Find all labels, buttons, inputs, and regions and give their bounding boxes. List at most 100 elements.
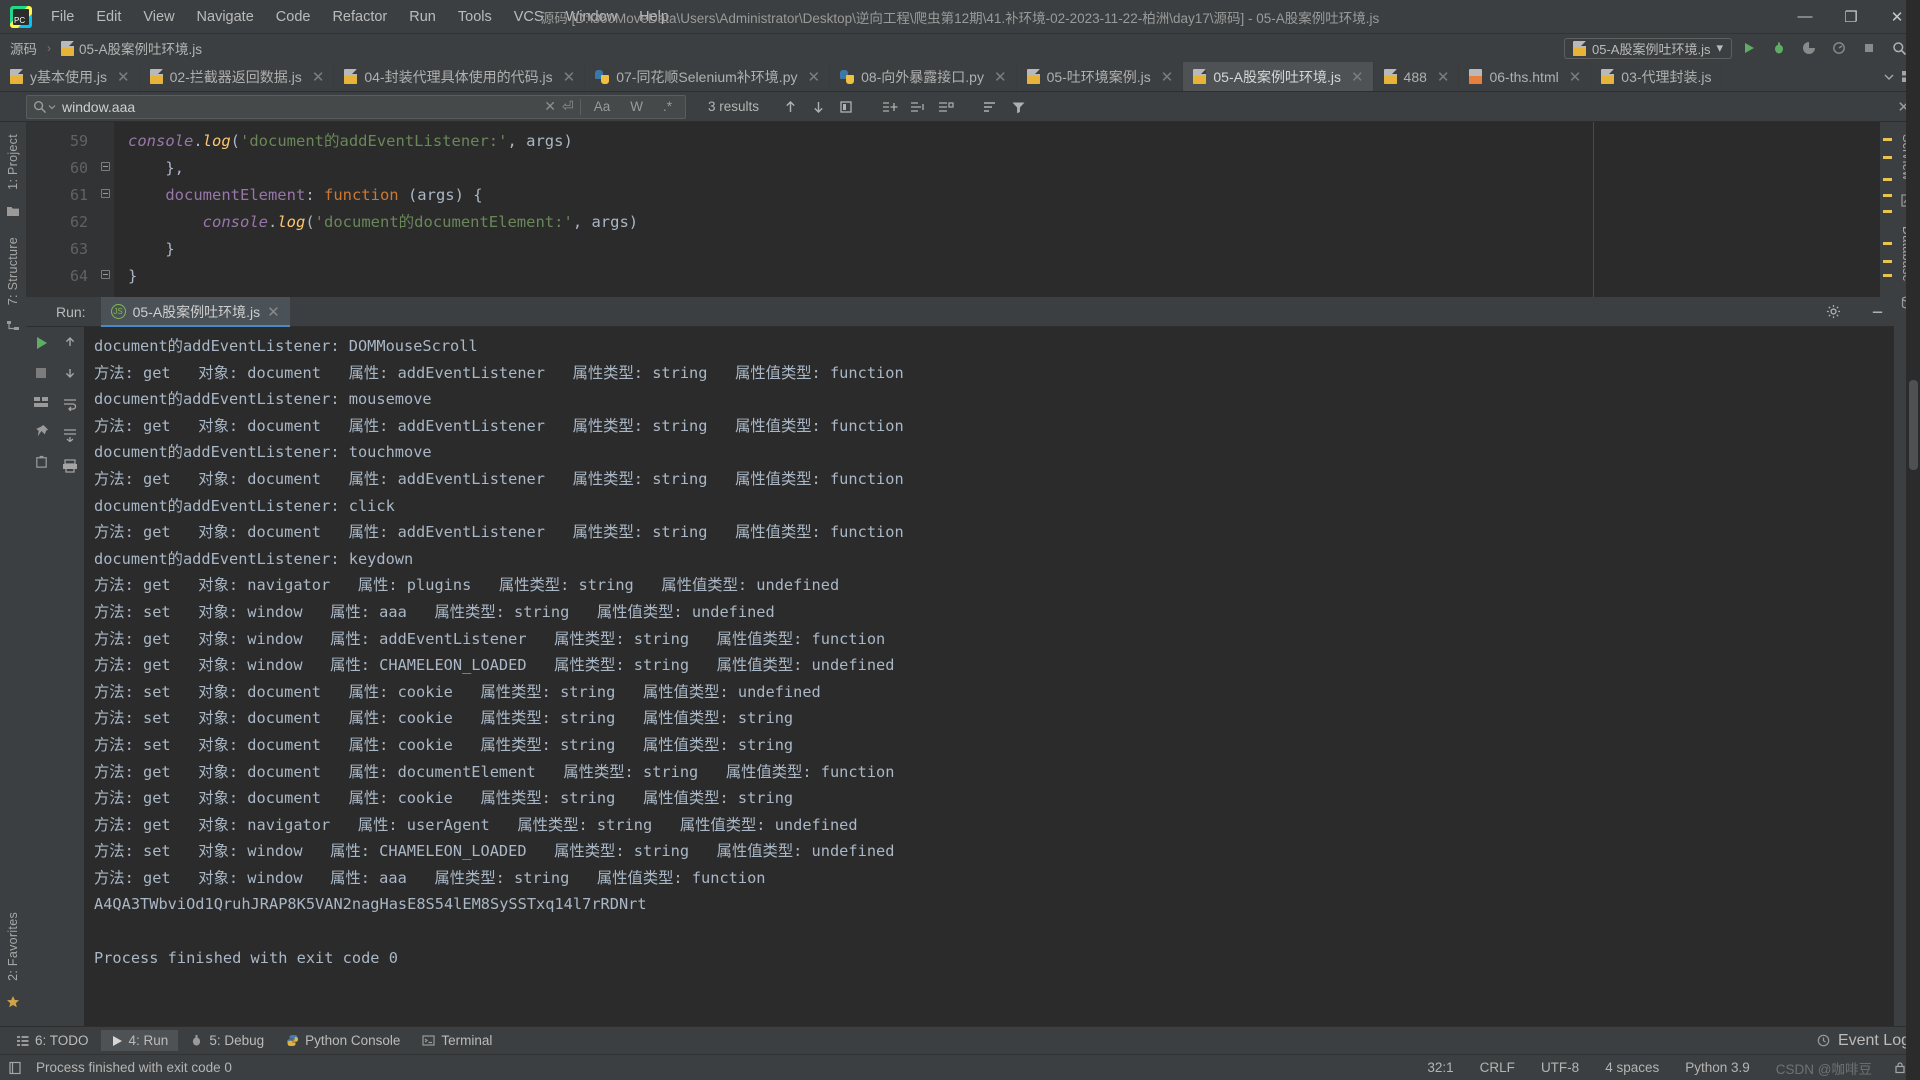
tool-button-todo[interactable]: 6: TODO (6, 1030, 99, 1051)
menu-file[interactable]: File (40, 4, 85, 30)
maximize-button[interactable]: ❐ (1828, 0, 1874, 34)
breadcrumb-file[interactable]: 05-A股案例吐环境.js (79, 38, 202, 58)
find-previous-icon[interactable] (777, 95, 803, 119)
words-toggle[interactable]: W (623, 96, 650, 118)
tab-05-吐环境案例[interactable]: 05-吐环境案例.js ✕ (1017, 62, 1184, 91)
tool-button-python-console[interactable]: Python Console (276, 1030, 410, 1051)
clear-search-icon[interactable]: ✕ (544, 98, 556, 115)
rerun-icon[interactable] (33, 335, 49, 356)
run-configuration-selector[interactable]: 05-A股案例吐环境.js ▾ (1564, 38, 1732, 59)
tool-button-terminal[interactable]: Terminal (412, 1030, 502, 1051)
menu-window[interactable]: Window (555, 4, 629, 30)
find-input-container[interactable]: ✕ ⏎ Aa W .* (26, 95, 686, 119)
stop-icon[interactable] (34, 366, 48, 385)
tab-07-同花顺Selenium补环境[interactable]: 07-同花顺Selenium补环境.py ✕ (585, 62, 830, 91)
tab-02-拦截器返回数据[interactable]: 02-拦截器返回数据.js ✕ (140, 62, 335, 91)
menu-run[interactable]: Run (398, 4, 447, 30)
add-selection-icon[interactable] (877, 95, 903, 119)
tab-close-icon[interactable]: ✕ (994, 68, 1007, 86)
chevron-down-icon[interactable] (1883, 71, 1895, 83)
menu-navigate[interactable]: Navigate (186, 4, 265, 30)
tab-08-向外暴露接口[interactable]: 08-向外暴露接口.py ✕ (830, 62, 1017, 91)
match-case-toggle[interactable]: Aa (587, 96, 618, 118)
menu-code[interactable]: Code (265, 4, 322, 30)
run-tab-close-icon[interactable]: ✕ (267, 303, 280, 321)
tab-close-icon[interactable]: ✕ (1351, 68, 1364, 86)
soft-wrap-icon[interactable] (62, 397, 78, 416)
file-encoding[interactable]: UTF-8 (1537, 1058, 1583, 1077)
scroll-up-icon[interactable] (63, 335, 77, 354)
menu-view[interactable]: View (132, 4, 185, 30)
print-icon[interactable] (62, 459, 78, 478)
filter-icon[interactable] (1005, 95, 1031, 119)
run-tab[interactable]: JS 05-A股案例吐环境.js ✕ (100, 297, 290, 327)
rail-favorites[interactable]: 2: Favorites (6, 904, 20, 989)
debug-button[interactable] (1766, 36, 1792, 60)
select-all-occurrences-icon[interactable] (833, 95, 859, 119)
search-history-icon[interactable]: ⏎ (562, 98, 574, 115)
rail-project[interactable]: 1: Project (6, 126, 20, 198)
tab-close-icon[interactable]: ✕ (563, 68, 576, 86)
menu-help[interactable]: Help (628, 4, 680, 30)
coverage-button[interactable] (1796, 36, 1822, 60)
stop-button[interactable] (1856, 36, 1882, 60)
run-button[interactable] (1736, 36, 1762, 60)
menu-edit[interactable]: Edit (85, 4, 132, 30)
code-content[interactable]: console.log('document的addEventListener:'… (114, 122, 1894, 297)
tab-close-icon[interactable]: ✕ (312, 68, 325, 86)
tab-y基本使用[interactable]: y基本使用.js ✕ (0, 62, 140, 91)
tab-05-A股案例吐环境[interactable]: 05-A股案例吐环境.js ✕ (1183, 62, 1373, 91)
tab-close-icon[interactable]: ✕ (1161, 68, 1174, 86)
menu-refactor[interactable]: Refactor (321, 4, 398, 30)
tool-button-debug[interactable]: 5: Debug (180, 1030, 274, 1051)
line-separator[interactable]: CRLF (1476, 1058, 1519, 1077)
lock-icon[interactable] (1894, 1061, 1906, 1074)
status-message[interactable]: Process finished with exit code 0 (32, 1058, 236, 1077)
multi-select-icon[interactable] (933, 95, 959, 119)
fold-marker[interactable] (101, 189, 110, 198)
tab-close-icon[interactable]: ✕ (807, 68, 820, 86)
indent-setting[interactable]: 4 spaces (1601, 1058, 1663, 1077)
caret-position[interactable]: 32:1 (1423, 1058, 1457, 1077)
star-icon[interactable] (6, 995, 20, 1014)
tab-04-封装代理具体使用的代码[interactable]: 04-封装代理具体使用的代码.js ✕ (334, 62, 585, 91)
scroll-down-icon[interactable] (63, 366, 77, 385)
delete-icon[interactable] (34, 454, 49, 474)
tab-close-icon[interactable]: ✕ (1569, 68, 1582, 86)
tab-488[interactable]: 488 ✕ (1374, 62, 1460, 91)
rail-structure[interactable]: 7: Structure (6, 229, 20, 313)
minimize-button[interactable]: — (1782, 0, 1828, 34)
find-input[interactable] (62, 96, 538, 118)
structure-icon[interactable] (6, 319, 20, 338)
console-output[interactable]: document的addEventListener: DOMMouseScrol… (84, 327, 1894, 1026)
editor-error-stripe[interactable] (1880, 122, 1894, 297)
gear-icon[interactable] (1820, 300, 1846, 324)
menu-vcs[interactable]: VCS (503, 4, 555, 30)
profile-button[interactable] (1826, 36, 1852, 60)
pin-icon[interactable] (34, 424, 49, 444)
print-layout-icon[interactable] (33, 395, 49, 414)
project-folder-icon[interactable] (6, 204, 20, 223)
fold-marker[interactable] (101, 162, 110, 171)
python-interpreter[interactable]: Python 3.9 (1681, 1058, 1754, 1077)
find-next-icon[interactable] (805, 95, 831, 119)
menu-tools[interactable]: Tools (447, 4, 503, 30)
sort-icon[interactable] (977, 95, 1003, 119)
tool-button-run[interactable]: 4: Run (101, 1030, 179, 1051)
tab-03-代理封装[interactable]: 03-代理封装.js (1591, 62, 1721, 91)
code-editor[interactable]: 59 60 61 62 63 64 console.log('document的… (26, 122, 1894, 297)
close-button[interactable]: ✕ (1874, 0, 1920, 34)
console-scrollbar-thumb[interactable] (1909, 380, 1918, 470)
fold-marker[interactable] (101, 270, 110, 279)
tab-close-icon[interactable]: ✕ (117, 68, 130, 86)
event-log-label[interactable]: Event Log (1838, 1032, 1910, 1050)
expand-lines-icon[interactable] (905, 95, 931, 119)
breadcrumb-root[interactable]: 源码 (10, 38, 37, 58)
tab-close-icon[interactable]: ✕ (1437, 68, 1450, 86)
minimize-icon[interactable] (1864, 300, 1890, 324)
code-folding-gutter[interactable] (98, 122, 114, 297)
console-scrollbar[interactable] (1906, 0, 1920, 1080)
regex-toggle[interactable]: .* (656, 96, 679, 118)
tab-06-ths-html[interactable]: 06-ths.html ✕ (1459, 62, 1591, 91)
scroll-to-end-icon[interactable] (62, 428, 78, 447)
